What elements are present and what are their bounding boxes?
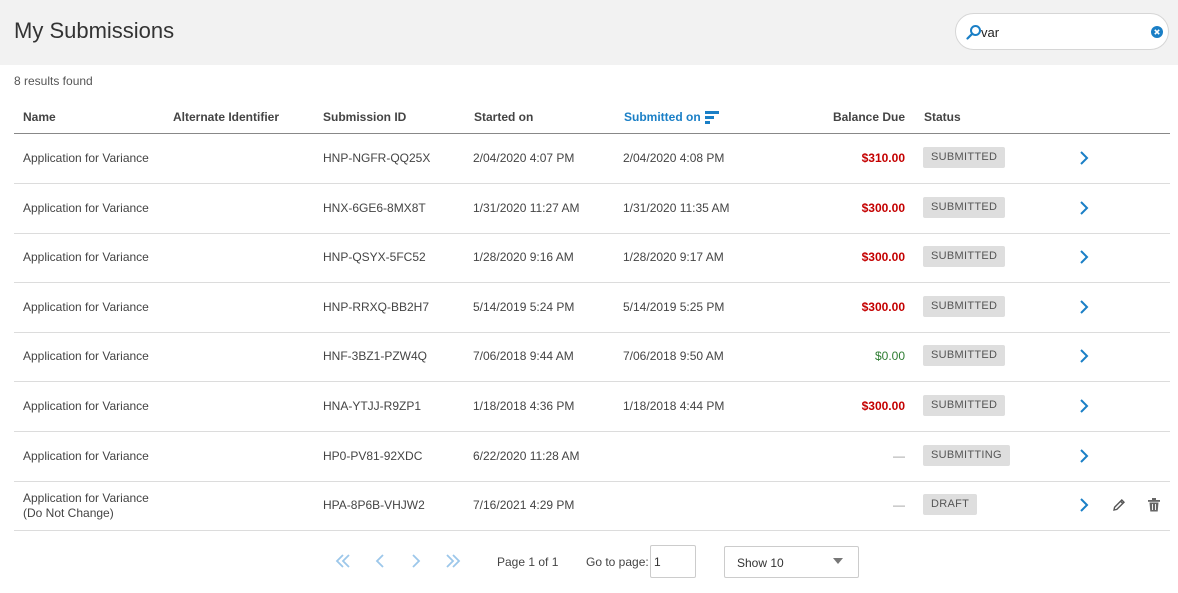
table-row[interactable]: Application for Variance HNF-3BZ1-PZW4Q 7/… xyxy=(14,332,1170,382)
balance-due: $310.00 xyxy=(861,151,905,165)
chevron-right-icon[interactable] xyxy=(1078,498,1090,512)
search-box[interactable] xyxy=(955,13,1169,50)
submission-id: HNX-6GE6-8MX8T xyxy=(323,201,426,215)
balance-due: — xyxy=(893,449,905,463)
started-on: 6/22/2020 11:28 AM xyxy=(473,449,580,463)
submission-id: HNP-RRXQ-BB2H7 xyxy=(323,300,430,314)
balance-due: $300.00 xyxy=(861,399,905,413)
submitted-on: 1/31/2020 11:35 AM xyxy=(623,201,730,215)
submission-id: HNP-NGFR-QQ25X xyxy=(323,151,431,165)
first-page-icon[interactable] xyxy=(335,554,351,568)
table-row[interactable]: Application for Variance HNP-QSYX-5FC52 1/… xyxy=(14,233,1170,283)
clear-search-icon[interactable] xyxy=(1151,26,1163,38)
chevron-down-icon xyxy=(833,558,843,564)
submission-id: HNA-YTJJ-R9ZP1 xyxy=(323,399,422,413)
results-count: 8 results found xyxy=(14,74,93,88)
status-badge: SUBMITTED xyxy=(923,345,1006,366)
submission-name-line1: Application for Variance xyxy=(23,491,149,505)
status-badge: SUBMITTED xyxy=(923,197,1006,218)
submission-name: Application for Variance (Do Not Change) xyxy=(23,491,149,521)
chevron-right-icon[interactable] xyxy=(1078,399,1090,413)
chevron-right-icon[interactable] xyxy=(1078,300,1090,314)
started-on: 5/14/2019 5:24 PM xyxy=(473,300,575,314)
go-to-page-input[interactable] xyxy=(650,545,696,578)
status-badge: SUBMITTED xyxy=(923,395,1006,416)
chevron-right-icon[interactable] xyxy=(1078,151,1090,165)
page-header: My Submissions xyxy=(0,0,1178,65)
column-header-status[interactable]: Status xyxy=(924,110,961,124)
status-badge: SUBMITTED xyxy=(923,246,1006,267)
previous-page-icon[interactable] xyxy=(372,554,388,568)
column-header-alt-id[interactable]: Alternate Identifier xyxy=(173,110,279,124)
balance-due: $300.00 xyxy=(861,250,905,264)
column-header-name[interactable]: Name xyxy=(23,110,56,124)
submission-id: HNF-3BZ1-PZW4Q xyxy=(323,349,428,363)
column-header-balance-due[interactable]: Balance Due xyxy=(833,110,905,124)
submission-name: Application for Variance xyxy=(23,349,149,363)
table-row[interactable]: Application for Variance HNX-6GE6-8MX8T 1/… xyxy=(14,184,1170,234)
column-header-submitted-on[interactable]: Submitted on xyxy=(624,110,701,124)
started-on: 1/28/2020 9:16 AM xyxy=(473,250,574,264)
submitted-on: 5/14/2019 5:25 PM xyxy=(623,300,725,314)
submission-name: Application for Variance xyxy=(23,151,149,165)
page-info: Page 1 of 1 xyxy=(497,555,559,569)
submitted-on: 7/06/2018 9:50 AM xyxy=(623,349,724,363)
search-icon xyxy=(966,25,981,40)
submission-name-line2: (Do Not Change) xyxy=(23,506,114,520)
balance-due: $0.00 xyxy=(874,349,905,363)
page-size-select[interactable]: Show 10 xyxy=(724,546,859,578)
table-row[interactable]: Application for Variance HNA-YTJJ-R9ZP1 1/… xyxy=(14,382,1170,432)
last-page-icon[interactable] xyxy=(445,554,461,568)
submission-name: Application for Variance xyxy=(23,300,149,314)
submitted-on: 1/18/2018 4:44 PM xyxy=(623,399,725,413)
column-header-started-on[interactable]: Started on xyxy=(474,110,533,124)
started-on: 2/04/2020 4:07 PM xyxy=(473,151,575,165)
started-on: 1/18/2018 4:36 PM xyxy=(473,399,575,413)
pencil-icon[interactable] xyxy=(1112,498,1126,512)
table-row[interactable]: Application for Variance HNP-NGFR-QQ25X 2/… xyxy=(14,134,1170,184)
status-badge: SUBMITTED xyxy=(923,147,1006,168)
chevron-right-icon[interactable] xyxy=(1078,449,1090,463)
table-row[interactable]: Application for Variance HP0-PV81-92XDC 6/… xyxy=(14,432,1170,482)
submission-id: HNP-QSYX-5FC52 xyxy=(323,250,426,264)
balance-due: — xyxy=(893,498,905,512)
submission-name: Application for Variance xyxy=(23,449,149,463)
chevron-right-icon[interactable] xyxy=(1078,250,1090,264)
chevron-right-icon[interactable] xyxy=(1078,201,1090,215)
submission-id: HP0-PV81-92XDC xyxy=(323,449,423,463)
balance-due: $300.00 xyxy=(861,201,905,215)
go-to-page-label: Go to page: xyxy=(586,555,649,569)
submitted-on: 1/28/2020 9:17 AM xyxy=(623,250,724,264)
started-on: 7/16/2021 4:29 PM xyxy=(473,498,575,512)
submission-id: HPA-8P6B-VHJW2 xyxy=(323,498,425,512)
status-badge: SUBMITTED xyxy=(923,296,1006,317)
page-size-value: Show 10 xyxy=(737,556,784,570)
table-row[interactable]: Application for Variance HNP-RRXQ-BB2H7 5/… xyxy=(14,283,1170,333)
status-badge: DRAFT xyxy=(923,494,978,515)
column-header-submission-id[interactable]: Submission ID xyxy=(323,110,406,124)
sort-descending-icon[interactable] xyxy=(705,110,719,124)
balance-due: $300.00 xyxy=(861,300,905,314)
status-badge: SUBMITTING xyxy=(923,445,1010,466)
started-on: 7/06/2018 9:44 AM xyxy=(473,349,574,363)
chevron-right-icon[interactable] xyxy=(1078,349,1090,363)
table-row[interactable]: Application for Variance (Do Not Change) H… xyxy=(14,481,1170,531)
submission-name: Application for Variance xyxy=(23,250,149,264)
submission-name: Application for Variance xyxy=(23,399,149,413)
page-title: My Submissions xyxy=(14,18,175,43)
search-input[interactable] xyxy=(981,22,1141,42)
trash-icon[interactable] xyxy=(1148,498,1160,512)
submitted-on: 2/04/2020 4:08 PM xyxy=(623,151,725,165)
started-on: 1/31/2020 11:27 AM xyxy=(473,201,580,215)
next-page-icon[interactable] xyxy=(408,554,424,568)
submission-name: Application for Variance xyxy=(23,201,149,215)
